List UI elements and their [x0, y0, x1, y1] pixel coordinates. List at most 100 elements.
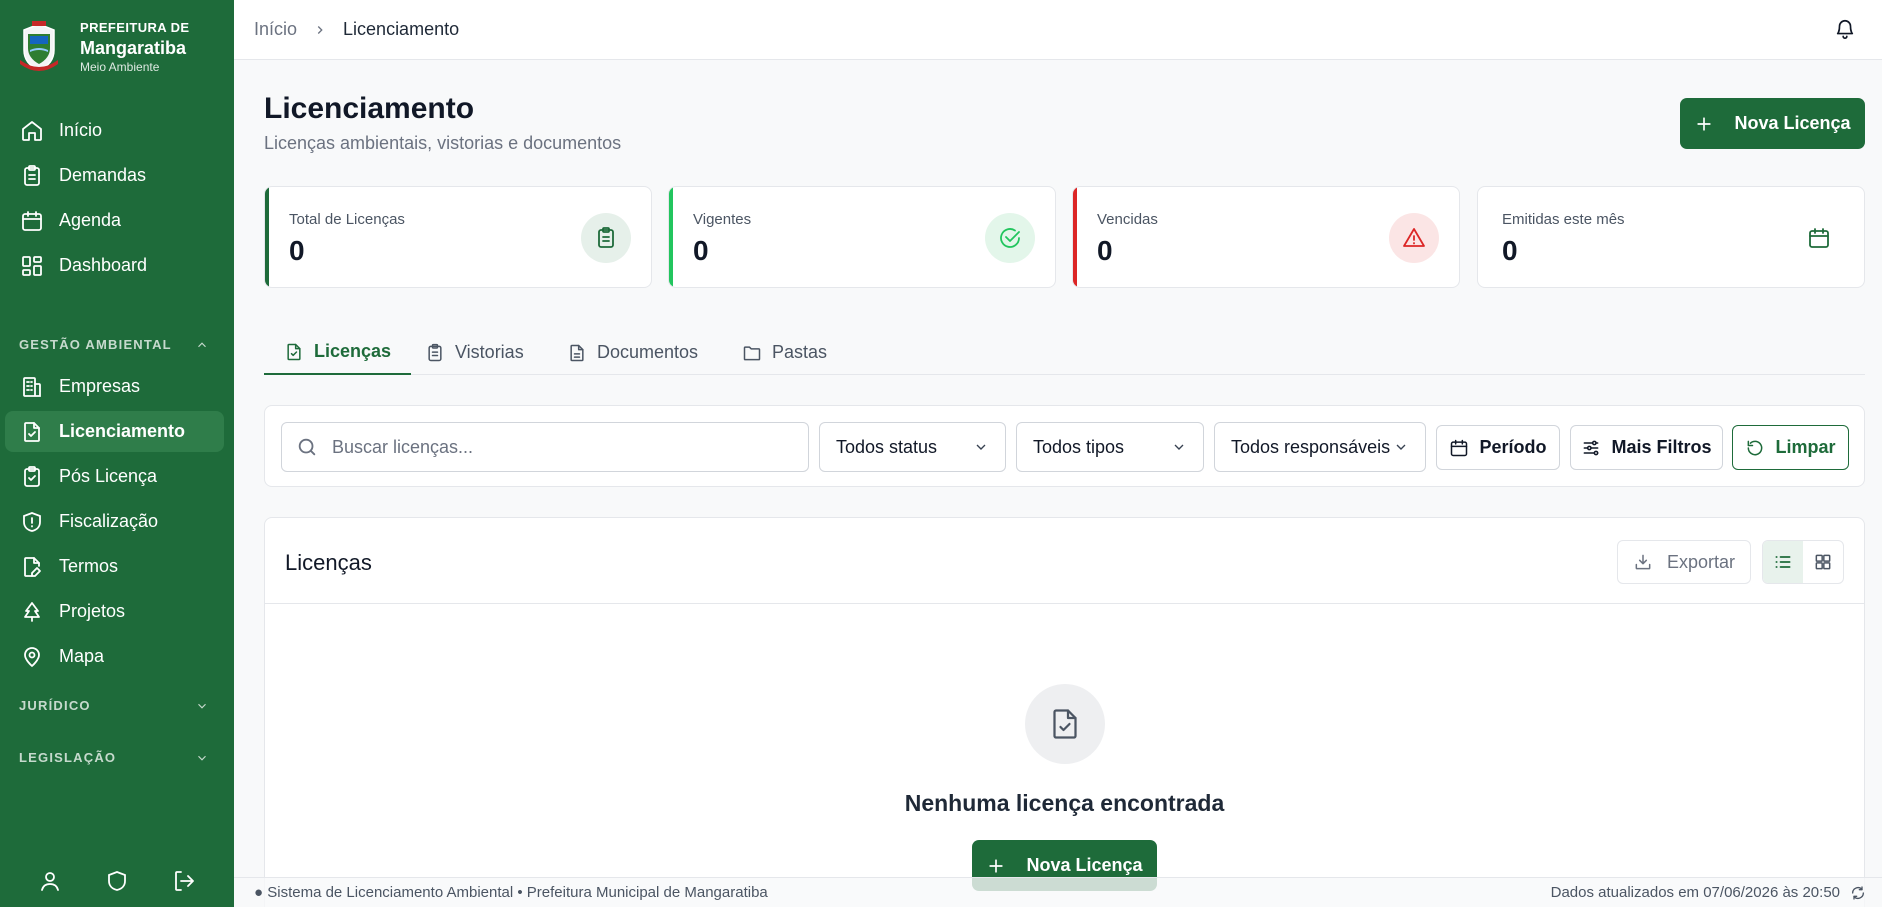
nav-mapa-label: Mapa	[59, 646, 105, 666]
licenses-panel: Licenças Exportar Nenhuma licença encont…	[264, 517, 1865, 907]
section-gestao-ambiental[interactable]: GESTÃO AMBIENTAL	[19, 337, 209, 352]
nav-pos-licenca[interactable]: Pós Licença	[5, 456, 224, 497]
sidebar-bottom-actions	[0, 855, 234, 907]
breadcrumb-current: Licenciamento	[343, 19, 460, 39]
nav-dashboard-label: Dashboard	[59, 255, 148, 275]
stat-icon-wrap	[1389, 213, 1439, 263]
tab-vistorias[interactable]: Vistorias	[425, 330, 524, 375]
nav-pos-licenca-label: Pós Licença	[59, 466, 158, 486]
stat-card-emitidas: Emitidas este mês 0	[1477, 186, 1865, 288]
section-legislacao[interactable]: LEGISLAÇÃO	[19, 750, 209, 765]
page-title: Licenciamento	[264, 92, 475, 125]
search-box[interactable]	[281, 422, 809, 472]
nav-mapa[interactable]: Mapa	[5, 636, 224, 677]
nav-projetos[interactable]: Projetos	[5, 591, 224, 632]
nav-termos-label: Termos	[59, 556, 119, 576]
profile-button[interactable]	[38, 869, 62, 893]
home-icon	[22, 120, 42, 141]
dashboard-icon	[22, 255, 42, 276]
list-view-button[interactable]	[1763, 541, 1803, 583]
nav-fiscalizacao-label: Fiscalização	[59, 511, 159, 531]
stat-value: 0	[289, 235, 305, 266]
new-license-label: Nova Licença	[1734, 113, 1851, 133]
nav-empresas[interactable]: Empresas	[5, 366, 224, 407]
search-input[interactable]	[332, 436, 792, 458]
tab-documentos[interactable]: Documentos	[567, 330, 698, 375]
bell-icon[interactable]	[1834, 18, 1856, 40]
logout-icon	[175, 871, 195, 891]
clear-filters-label: Limpar	[1775, 437, 1836, 457]
tab-licencas[interactable]: Licenças	[264, 330, 412, 375]
stat-label: Vencidas	[1097, 211, 1158, 228]
stat-accent-bar	[1073, 187, 1077, 287]
period-button[interactable]: Período	[1436, 425, 1560, 470]
chevron-down-icon	[198, 703, 206, 709]
refresh-icon[interactable]	[1850, 885, 1866, 901]
nav-fiscalizacao[interactable]: Fiscalização	[5, 501, 224, 542]
chevron-down-icon	[1396, 444, 1406, 450]
view-toggle	[1762, 540, 1844, 584]
alert-triangle-icon	[1403, 228, 1425, 247]
tab-pastas[interactable]: Pastas	[742, 330, 827, 375]
nav-dashboard[interactable]: Dashboard	[5, 245, 224, 286]
stat-value: 0	[693, 235, 709, 266]
clipboard-list-icon	[598, 227, 614, 248]
export-button-label: Exportar	[1666, 551, 1736, 572]
empty-new-license-label: Nova Licença	[1026, 855, 1143, 875]
new-license-button[interactable]: Nova Licença	[1680, 98, 1865, 149]
nav-demandas[interactable]: Demandas	[5, 155, 224, 196]
brand-top: PREFEITURA DE	[80, 20, 190, 35]
list-icon	[1775, 556, 1791, 568]
logout-button[interactable]	[172, 869, 196, 893]
stat-icon-wrap	[1794, 213, 1844, 263]
footer-system-text: ● Sistema de Licenciamento Ambiental • P…	[254, 884, 768, 901]
file-check-icon	[1053, 709, 1077, 739]
file-edit-icon	[24, 556, 41, 577]
stat-value: 0	[1502, 235, 1518, 266]
responsible-select[interactable]: Todos responsáveis	[1214, 422, 1426, 472]
chevron-down-icon	[976, 444, 986, 450]
section-juridico[interactable]: JURÍDICO	[19, 698, 209, 713]
plus-icon	[989, 858, 1004, 873]
nav-licenciamento[interactable]: Licenciamento	[5, 411, 224, 452]
nav-termos[interactable]: Termos	[5, 546, 224, 587]
more-filters-button[interactable]: Mais Filtros	[1570, 425, 1723, 470]
stat-label: Total de Licenças	[289, 211, 405, 228]
chevron-down-icon	[198, 755, 206, 761]
folder-icon	[743, 345, 761, 360]
brand-name: Mangaratiba	[80, 38, 187, 58]
breadcrumb-home[interactable]: Início	[254, 19, 297, 40]
nav-inicio[interactable]: Início	[5, 110, 224, 151]
stat-card-total: Total de Licenças 0	[264, 186, 652, 288]
sliders-icon	[1584, 440, 1599, 455]
download-icon	[1635, 554, 1651, 570]
nav-agenda[interactable]: Agenda	[5, 200, 224, 241]
security-button[interactable]	[105, 869, 129, 893]
clear-filters-button[interactable]: Limpar	[1732, 425, 1849, 470]
type-select[interactable]: Todos tipos	[1016, 422, 1204, 472]
shield-alert-icon	[23, 511, 41, 532]
shield-icon	[108, 871, 126, 891]
sidebar: PREFEITURA DE Mangaratiba Meio Ambiente …	[0, 0, 234, 907]
tab-licencas-label: Licenças	[314, 341, 392, 361]
stat-icon-wrap	[581, 213, 631, 263]
status-select-value: Todos status	[836, 436, 938, 457]
stat-card-vencidas: Vencidas 0	[1072, 186, 1460, 288]
stat-value: 0	[1097, 235, 1113, 266]
clipboard-list-icon	[24, 164, 40, 186]
nav-projetos-label: Projetos	[59, 601, 126, 621]
file-check-icon	[24, 421, 40, 442]
filter-bar: Todos status Todos tipos Todos responsáv…	[264, 405, 1865, 487]
grid-icon	[1815, 554, 1831, 570]
map-pin-icon	[24, 646, 40, 667]
municipal-crest-icon	[20, 21, 58, 71]
status-select[interactable]: Todos status	[819, 422, 1006, 472]
building-icon	[23, 376, 41, 397]
grid-view-button[interactable]	[1803, 541, 1843, 583]
calendar-icon	[22, 210, 42, 231]
clipboard-check-icon	[24, 465, 40, 487]
file-check-icon	[287, 343, 301, 360]
export-button[interactable]: Exportar	[1617, 540, 1751, 584]
nav-empresas-label: Empresas	[59, 376, 141, 396]
clipboard-icon	[428, 343, 442, 361]
